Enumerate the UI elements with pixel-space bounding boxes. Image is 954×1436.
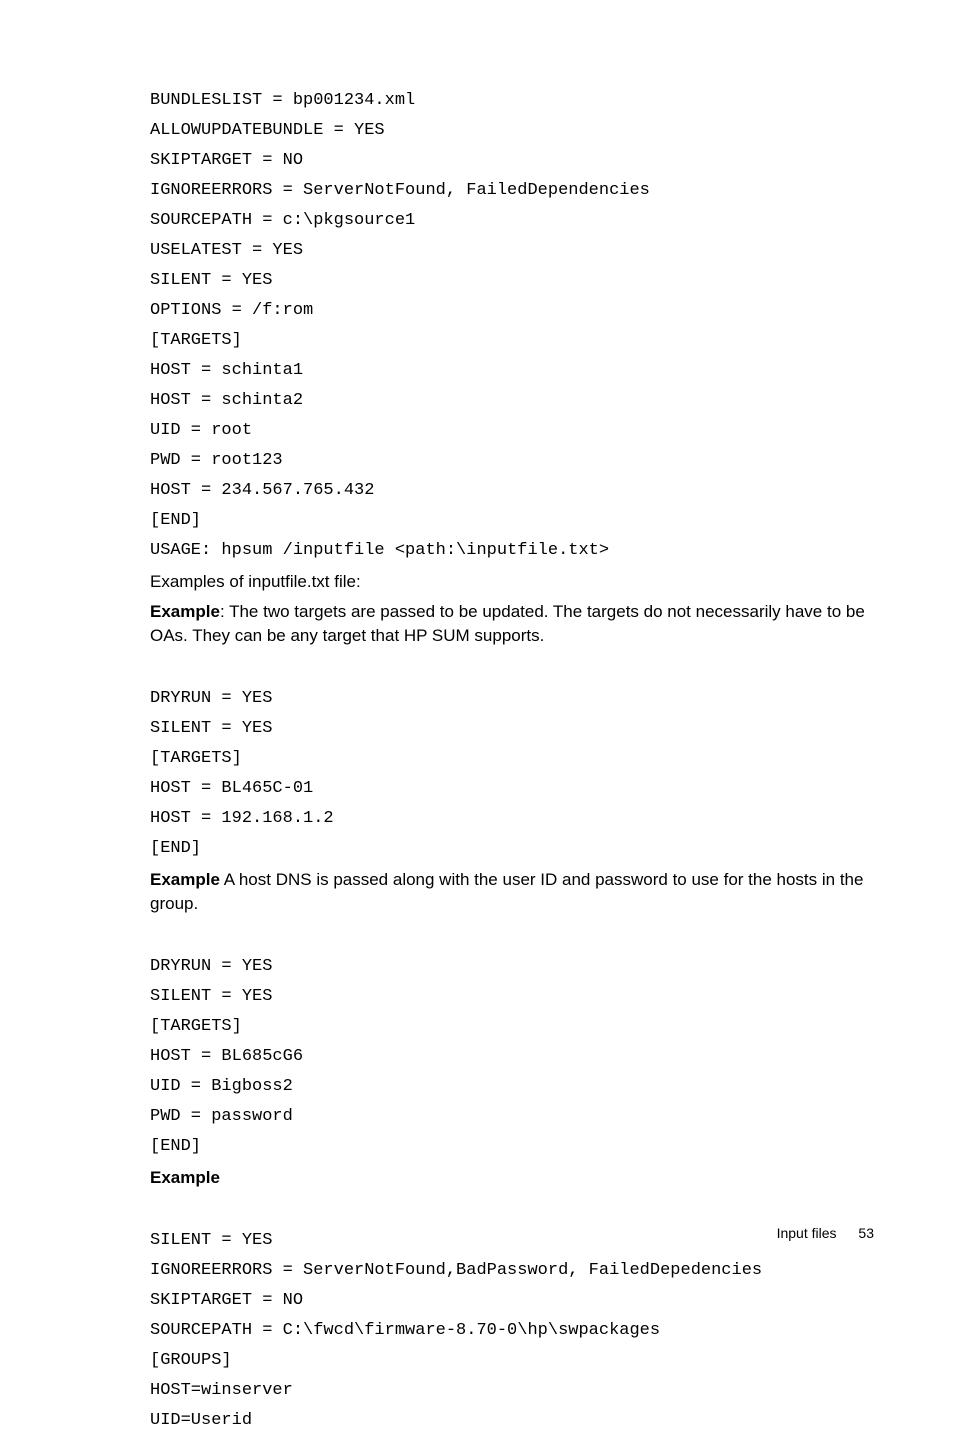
page-number: 53 — [858, 1225, 874, 1241]
code-line: OPTIONS = /f:rom — [150, 301, 313, 320]
code-block-4: SILENT = YES IGNOREERRORS = ServerNotFou… — [150, 1196, 874, 1436]
code-line: [TARGETS] — [150, 749, 242, 768]
code-line: UID = root — [150, 421, 252, 440]
code-line: [GROUPS] — [150, 1351, 232, 1370]
code-line: PWD = password — [150, 1107, 293, 1126]
code-line: HOST = BL465C-01 — [150, 779, 313, 798]
code-line: HOST = 192.168.1.2 — [150, 809, 334, 828]
paragraph-examples-intro: Examples of inputfile.txt file: — [150, 570, 874, 594]
code-line: [TARGETS] — [150, 331, 242, 350]
code-line: SILENT = YES — [150, 987, 272, 1006]
code-line: SOURCEPATH = c:\pkgsource1 — [150, 211, 415, 230]
page-footer: Input files 53 — [777, 1225, 874, 1241]
code-line: DRYRUN = YES — [150, 957, 272, 976]
code-line: USAGE: hpsum /inputfile <path:\inputfile… — [150, 541, 609, 560]
example-1-text: : The two targets are passed to be updat… — [150, 602, 865, 645]
code-line: HOST=winserver — [150, 1381, 293, 1400]
code-block-1: BUNDLESLIST = bp001234.xml ALLOWUPDATEBU… — [150, 56, 874, 566]
code-line: HOST = schinta2 — [150, 391, 303, 410]
footer-section-title: Input files — [777, 1225, 837, 1241]
code-line: SKIPTARGET = NO — [150, 151, 303, 170]
code-line: SKIPTARGET = NO — [150, 1291, 303, 1310]
code-line: BUNDLESLIST = bp001234.xml — [150, 91, 415, 110]
code-block-2: DRYRUN = YES SILENT = YES [TARGETS] HOST… — [150, 654, 874, 864]
code-line: DRYRUN = YES — [150, 689, 272, 708]
code-line: [END] — [150, 1137, 201, 1156]
code-line: UID = Bigboss2 — [150, 1077, 293, 1096]
code-line: [END] — [150, 839, 201, 858]
example-label-standalone: Example — [150, 1166, 874, 1190]
code-line: [END] — [150, 511, 201, 530]
example-label: Example — [150, 870, 220, 889]
code-line: HOST = BL685cG6 — [150, 1047, 303, 1066]
code-block-3: DRYRUN = YES SILENT = YES [TARGETS] HOST… — [150, 922, 874, 1162]
paragraph-example-2: Example A host DNS is passed along with … — [150, 868, 874, 916]
code-line: IGNOREERRORS = ServerNotFound, FailedDep… — [150, 181, 650, 200]
code-line: HOST = 234.567.765.432 — [150, 481, 374, 500]
example-label: Example — [150, 602, 220, 621]
page: BUNDLESLIST = bp001234.xml ALLOWUPDATEBU… — [0, 0, 954, 1271]
code-line: SILENT = YES — [150, 719, 272, 738]
code-line: SILENT = YES — [150, 271, 272, 290]
code-line: PWD = root123 — [150, 451, 283, 470]
code-line: HOST = schinta1 — [150, 361, 303, 380]
code-line: UID=Userid — [150, 1411, 252, 1430]
code-line: ALLOWUPDATEBUNDLE = YES — [150, 121, 385, 140]
code-line: [TARGETS] — [150, 1017, 242, 1036]
code-line: SOURCEPATH = C:\fwcd\firmware-8.70-0\hp\… — [150, 1321, 660, 1340]
paragraph-example-1: Example: The two targets are passed to b… — [150, 600, 874, 648]
code-line: SILENT = YES — [150, 1231, 272, 1250]
example-2-text: A host DNS is passed along with the user… — [150, 870, 863, 913]
code-line: USELATEST = YES — [150, 241, 303, 260]
